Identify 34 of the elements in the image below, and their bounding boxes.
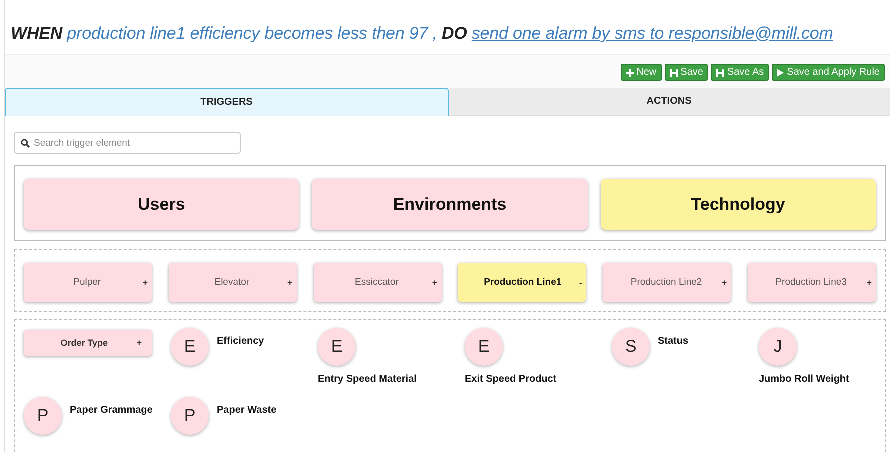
line-button[interactable]: Production Line3 + xyxy=(748,263,876,302)
line-button[interactable]: Essiccator + xyxy=(314,263,442,302)
line-button[interactable]: Pulper + xyxy=(24,263,152,302)
element-avatar[interactable]: E xyxy=(318,328,356,366)
element-avatar[interactable]: P xyxy=(24,397,62,435)
group-button[interactable]: Order Type + xyxy=(24,330,152,356)
floppy-icon xyxy=(716,68,724,76)
element-label: Jumbo Roll Weight xyxy=(759,374,850,385)
element-avatar[interactable]: P xyxy=(171,397,209,435)
floppy-icon xyxy=(670,68,678,76)
action-link[interactable]: send one alarm by sms to responsible@mill.com xyxy=(472,24,834,43)
play-icon xyxy=(777,68,784,76)
element-label: Paper Grammage xyxy=(70,405,153,416)
category-button[interactable]: Technology xyxy=(600,179,876,230)
element-label: Paper Waste xyxy=(217,405,277,416)
plus-icon xyxy=(626,68,634,76)
tab[interactable]: ACTIONS xyxy=(448,88,890,116)
element-label: Exit Speed Product xyxy=(465,374,557,385)
line-button[interactable]: Elevator + xyxy=(168,263,297,302)
line-button[interactable]: Production Line2 + xyxy=(603,263,732,302)
category-button[interactable]: Users xyxy=(24,179,300,230)
search-icon xyxy=(21,139,30,148)
element-label: Status xyxy=(658,336,689,347)
tab[interactable]: TRIGGERS xyxy=(5,88,448,116)
element-label: Entry Speed Material xyxy=(318,374,417,385)
element-avatar[interactable]: S xyxy=(612,328,650,366)
element-label: Efficiency xyxy=(217,336,264,347)
element-avatar[interactable]: J xyxy=(759,328,797,366)
search-field[interactable]: Search trigger element xyxy=(14,132,241,154)
element-avatar[interactable]: E xyxy=(465,328,503,366)
line-button[interactable]: Production Line1 - xyxy=(458,263,586,302)
element-avatar[interactable]: E xyxy=(171,328,209,366)
category-button[interactable]: Environments xyxy=(312,179,588,230)
rule-sentence: WHEN production line1 efficiency becomes less then 97 , DO send one alarm by sms to responsible@mill.com xyxy=(11,24,834,44)
